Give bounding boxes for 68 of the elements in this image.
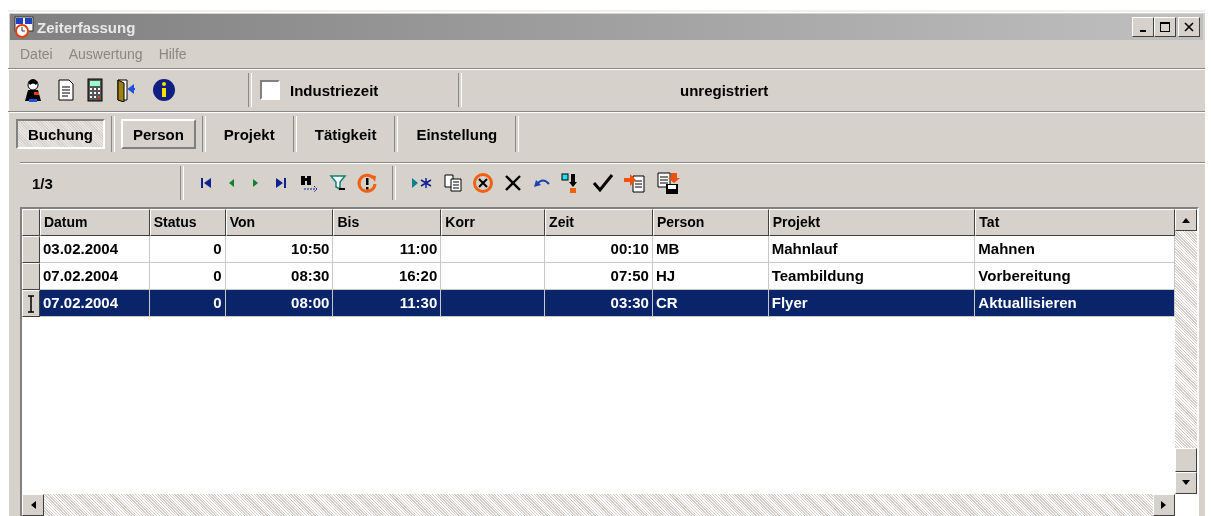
checkmark-icon[interactable]	[592, 173, 614, 193]
column-header[interactable]: Von	[225, 209, 334, 236]
column-header[interactable]: Tat	[975, 209, 1175, 236]
tab[interactable]: Buchung	[16, 119, 105, 149]
tab[interactable]: Person	[121, 119, 196, 149]
window-title: Zeiterfassung	[37, 18, 137, 36]
import-document-icon[interactable]	[623, 172, 647, 194]
table-cell: Aktuallisieren	[975, 290, 1175, 317]
cancel-icon[interactable]	[472, 172, 494, 194]
table-cell: 0	[149, 290, 226, 317]
close-button[interactable]	[1178, 17, 1200, 37]
copy-icon[interactable]	[443, 173, 463, 193]
column-header[interactable]: Datum	[39, 209, 150, 236]
scroll-right-icon[interactable]	[1160, 500, 1168, 510]
table-cell: Mahnlauf	[768, 236, 976, 263]
info-icon	[152, 78, 176, 102]
column-header[interactable]: Bis	[333, 209, 442, 236]
row-header[interactable]	[22, 290, 40, 317]
last-record-icon[interactable]	[273, 175, 289, 191]
filter-icon[interactable]	[329, 174, 347, 192]
row-header[interactable]	[22, 263, 40, 290]
table-cell: 11:30	[333, 290, 442, 317]
tab[interactable]: Projekt	[211, 119, 287, 149]
delete-icon[interactable]	[503, 173, 523, 193]
table-cell: 10:50	[225, 236, 334, 263]
tab[interactable]: Einstellung	[404, 119, 510, 149]
table-cell: MB	[652, 236, 769, 263]
checkbox-label: Industriezeit	[290, 81, 379, 99]
column-header[interactable]: Projekt	[768, 209, 976, 236]
table-cell: 03.02.2004	[39, 236, 150, 263]
table-row[interactable]: 03.02.2004 0 10:50 11:00 00:10 MB Mahnlauf Mahnen	[22, 236, 1175, 263]
refresh-icon[interactable]	[356, 172, 378, 194]
column-header[interactable]: Korr	[441, 209, 546, 236]
table-cell: 00:10	[545, 236, 653, 263]
close-icon	[1184, 22, 1194, 32]
vertical-scrollbar[interactable]	[1175, 209, 1197, 494]
table-cell: 11:00	[333, 236, 442, 263]
tab[interactable]: Tätigkeit	[302, 119, 389, 149]
maximize-button[interactable]	[1154, 17, 1176, 37]
table-cell: 0	[149, 236, 226, 263]
column-header[interactable]: Person	[652, 209, 769, 236]
record-counter: 1/3	[31, 174, 54, 192]
text-cursor-icon	[27, 294, 35, 313]
table-cell: CR	[652, 290, 769, 317]
calendar-clock-icon	[13, 16, 35, 38]
minimize-icon	[1140, 30, 1146, 32]
table-cell: 08:00	[225, 290, 334, 317]
checkbox[interactable]	[260, 80, 280, 100]
table-cell: Flyer	[768, 290, 976, 317]
calculator-icon	[86, 78, 104, 102]
table-row[interactable]: 07.02.2004 0 08:00 11:30 03:30 CR Flyer Aktuallisieren	[22, 290, 1175, 317]
first-record-icon[interactable]	[198, 175, 214, 191]
column-header[interactable]: Status	[149, 209, 226, 236]
scroll-thumb[interactable]	[1175, 448, 1197, 472]
horizontal-scrollbar[interactable]	[22, 494, 1175, 516]
column-header[interactable]: Zeit	[545, 209, 653, 236]
table-cell: 03:30	[545, 290, 653, 317]
minimize-button[interactable]	[1132, 17, 1154, 37]
scroll-up-icon[interactable]	[1181, 216, 1191, 224]
registration-status: unregistriert	[680, 81, 769, 99]
row-header[interactable]	[22, 236, 40, 263]
new-record-icon[interactable]	[410, 175, 434, 191]
document-icon	[57, 79, 75, 101]
scroll-down-icon[interactable]	[1181, 479, 1191, 487]
scroll-left-icon[interactable]	[29, 500, 37, 510]
maximize-icon	[1160, 22, 1170, 32]
table-cell: 07.02.2004	[39, 290, 150, 317]
save-document-icon[interactable]	[656, 171, 680, 195]
